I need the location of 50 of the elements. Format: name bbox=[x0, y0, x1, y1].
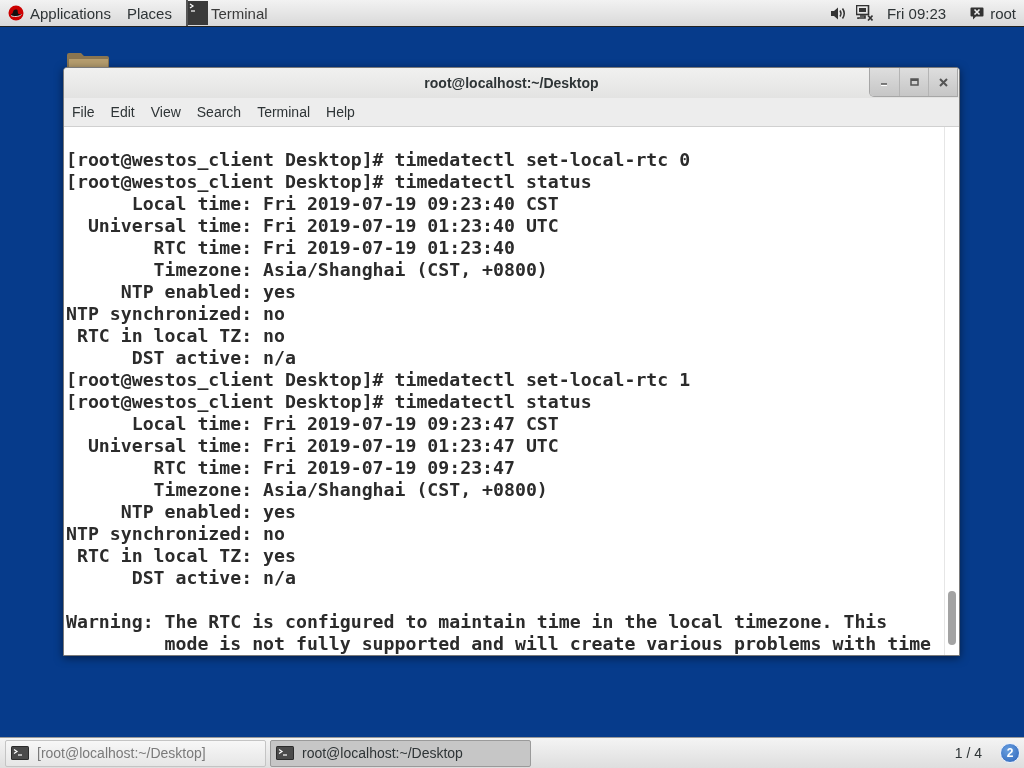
terminal-line: RTC in local TZ: no bbox=[76, 325, 285, 346]
terminal-line: NTP synchronized: no bbox=[66, 303, 285, 324]
terminal-line: Local time: Fri 2019-07-19 09:23:40 CST bbox=[131, 193, 559, 214]
volume-icon[interactable] bbox=[830, 6, 846, 20]
maximize-icon bbox=[909, 77, 919, 87]
terminal-line: NTP enabled: yes bbox=[120, 281, 296, 302]
terminal-line: Local time: Fri 2019-07-19 09:23:47 CST bbox=[131, 413, 559, 434]
terminal-icon bbox=[187, 1, 208, 25]
window-title: root@localhost:~/Desktop bbox=[424, 75, 599, 91]
clock-text[interactable]: Fri 09:23 bbox=[886, 4, 947, 22]
taskbar-window-button[interactable]: root@localhost:~/Desktop bbox=[270, 739, 531, 767]
hat-logo-icon bbox=[8, 5, 24, 21]
terminal-line: Warning: The RTC is configured to maintain time in the local timezone. This bbox=[66, 611, 888, 632]
terminal-line: Timezone: Asia/Shanghai (CST, +0800) bbox=[153, 259, 548, 280]
terminal-line: RTC time: Fri 2019-07-19 09:23:47 bbox=[153, 457, 515, 478]
terminal-line: NTP synchronized: no bbox=[66, 523, 285, 544]
folder-icon[interactable] bbox=[66, 52, 110, 67]
terminal-line: [root@westos_client Desktop]# timedatectl set-local-rtc 1 bbox=[66, 369, 691, 390]
terminal-line: [root@westos_client Desktop]# timedatectl status bbox=[66, 171, 592, 192]
close-button[interactable] bbox=[928, 68, 957, 96]
terminal-line: DST active: n/a bbox=[131, 347, 296, 368]
menu-item[interactable]: Terminal bbox=[249, 98, 319, 126]
terminal-line: [root@westos_client Desktop]# timedatectl set-local-rtc 0 bbox=[66, 149, 691, 170]
places-menu[interactable]: Places bbox=[118, 0, 180, 26]
menu-item[interactable]: Search bbox=[188, 98, 250, 126]
menu-item[interactable]: File bbox=[64, 98, 103, 126]
user-menu[interactable]: root bbox=[970, 4, 1016, 22]
close-icon bbox=[938, 77, 948, 87]
terminal-line: mode is not fully supported and will create various problems with time bbox=[164, 633, 932, 654]
applications-menu[interactable]: Applications bbox=[6, 0, 119, 26]
terminal-line: RTC in local TZ: yes bbox=[76, 545, 296, 566]
message-bubble-icon bbox=[970, 6, 985, 20]
terminal-icon bbox=[11, 746, 29, 760]
terminal-line: NTP enabled: yes bbox=[120, 501, 296, 522]
scrollbar-thumb[interactable] bbox=[948, 591, 956, 645]
workspace-indicator[interactable]: 1 / 4 bbox=[954, 745, 982, 761]
terminal-line: Universal time: Fri 2019-07-19 01:23:40 UTC bbox=[87, 215, 559, 236]
menu-item[interactable]: Help bbox=[318, 98, 363, 126]
terminal-line: [root@westos_client Desktop]# timedatectl status bbox=[66, 391, 592, 412]
terminal-line: RTC time: Fri 2019-07-19 01:23:40 bbox=[153, 237, 515, 258]
terminal-line: Universal time: Fri 2019-07-19 01:23:47 UTC bbox=[87, 435, 559, 456]
menu-item[interactable]: View bbox=[142, 98, 189, 126]
taskbar-window-button[interactable]: [root@localhost:~/Desktop] bbox=[5, 739, 266, 767]
menu-item[interactable]: Edit bbox=[102, 98, 143, 126]
network-offline-icon[interactable] bbox=[855, 5, 873, 21]
app-menu-button[interactable]: Terminal bbox=[185, 0, 274, 26]
maximize-button[interactable] bbox=[899, 68, 928, 96]
terminal-line: DST active: n/a bbox=[131, 567, 296, 588]
terminal-icon bbox=[276, 746, 294, 760]
terminal-line: Timezone: Asia/Shanghai (CST, +0800) bbox=[153, 479, 548, 500]
